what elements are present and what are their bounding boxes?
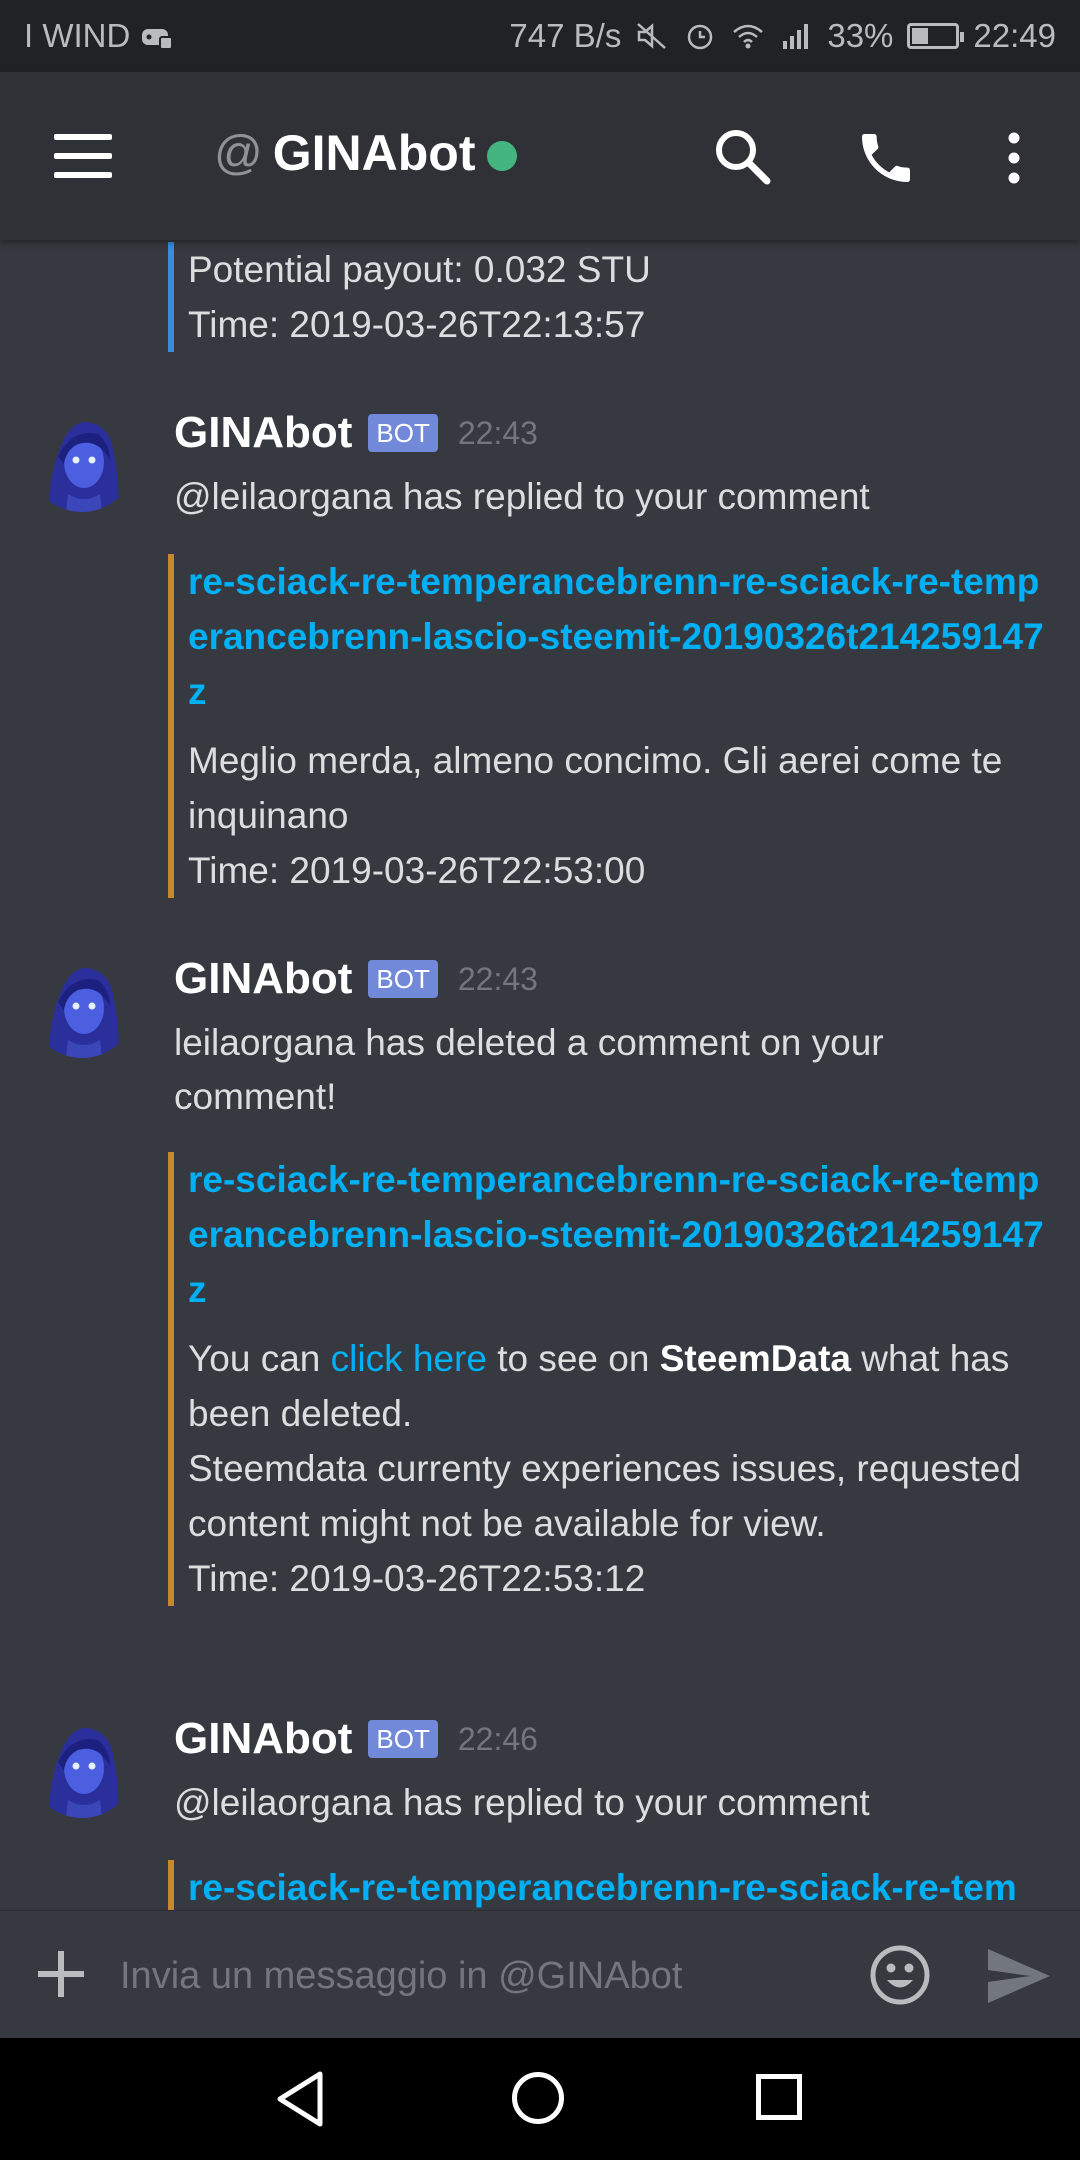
system-nav-bar: [0, 2038, 1080, 2160]
message-timestamp: 22:43: [457, 960, 538, 997]
game-controller-icon: [142, 29, 174, 50]
message-embed: Potential payout: 0.032 STU Time: 2019-0…: [168, 242, 1048, 352]
bot-avatar-icon: [28, 950, 136, 1058]
signal-icon: [783, 24, 809, 49]
avatar[interactable]: [28, 404, 136, 512]
message-embed: re-sciack-re-temperancebrenn-re-sciack-r…: [168, 1860, 1048, 1910]
avatar[interactable]: [28, 1710, 136, 1818]
embed-time: Time: 2019-03-26T22:53:00: [188, 850, 646, 891]
embed-line: Potential payout: 0.032 STU: [188, 249, 651, 290]
embed-description: You can click here to see on SteemData w…: [188, 1331, 1048, 1441]
message-input[interactable]: [118, 1941, 842, 2011]
battery-percent: 33%: [827, 17, 894, 54]
emoji-icon[interactable]: [868, 1943, 932, 2007]
channel-name: GINAbot: [272, 125, 476, 181]
bot-avatar-icon: [28, 404, 136, 512]
author-name[interactable]: GINAbot: [174, 408, 352, 458]
channel-header: @ GINAbot: [0, 72, 1080, 240]
message-text: leilaorgana has deleted a comment on you…: [174, 1022, 884, 1117]
message-embed: re-sciack-re-temperancebrenn-re-sciack-r…: [168, 1152, 1048, 1606]
message-header: GINAbot BOT 22:43: [174, 954, 538, 1004]
embed-desc-text: to see on: [486, 1338, 660, 1379]
author-name[interactable]: GINAbot: [174, 1714, 352, 1764]
clock: 22:49: [973, 17, 1056, 54]
embed-line: Time: 2019-03-26T22:13:57: [188, 304, 646, 345]
mute-icon: [637, 23, 667, 49]
back-icon[interactable]: [274, 2070, 326, 2128]
embed-desc-text: You can: [188, 1338, 331, 1379]
message-timestamp: 22:46: [457, 1720, 538, 1757]
home-icon[interactable]: [512, 2072, 564, 2124]
message-composer: [0, 1910, 1080, 2039]
network-speed: 747 B/s: [509, 17, 622, 54]
message-header: GINAbot BOT 22:46: [174, 1714, 538, 1764]
embed-description: Meglio merda, almeno concimo. Gli aerei …: [188, 740, 1003, 836]
bot-badge: BOT: [368, 960, 438, 998]
bot-badge: BOT: [368, 1720, 438, 1758]
phone-icon[interactable]: [854, 126, 918, 190]
channel-title: @ GINAbot: [214, 124, 518, 182]
message-text: @leilaorgana has replied to your comment: [174, 1782, 870, 1823]
embed-time: Time: 2019-03-26T22:53:12: [188, 1558, 646, 1599]
add-attachment-icon[interactable]: [38, 1951, 84, 1997]
embed-title-link[interactable]: re-sciack-re-temperancebrenn-re-sciack-r…: [188, 554, 1048, 719]
alarm-icon: [688, 24, 713, 50]
embed-notice: Steemdata currenty experiences issues, r…: [188, 1448, 1021, 1544]
message-timestamp: 22:43: [457, 414, 538, 451]
status-bar: I WIND 747 B/s 33% 22:49: [0, 0, 1080, 72]
search-icon[interactable]: [712, 126, 772, 186]
battery-icon: [907, 23, 965, 49]
carrier-label: I WIND: [24, 17, 131, 54]
more-vert-icon[interactable]: [998, 128, 1030, 188]
steemdata-label: SteemData: [659, 1338, 851, 1379]
embed-title-link[interactable]: re-sciack-re-temperancebrenn-re-sciack-r…: [188, 1860, 1048, 1910]
message-embed: re-sciack-re-temperancebrenn-re-sciack-r…: [168, 554, 1048, 898]
message-header: GINAbot BOT 22:43: [174, 408, 538, 458]
avatar[interactable]: [28, 950, 136, 1058]
send-icon[interactable]: [986, 1947, 1052, 2005]
bot-avatar-icon: [28, 1710, 136, 1818]
click-here-link[interactable]: click here: [331, 1338, 487, 1379]
recents-icon[interactable]: [756, 2074, 802, 2120]
message-text: @leilaorgana has replied to your comment: [174, 476, 870, 517]
author-name[interactable]: GINAbot: [174, 954, 352, 1004]
bot-badge: BOT: [368, 414, 438, 452]
at-symbol: @: [214, 126, 263, 180]
online-status-dot: [487, 141, 518, 171]
wifi-icon: [733, 24, 764, 49]
embed-title-link[interactable]: re-sciack-re-temperancebrenn-re-sciack-r…: [188, 1152, 1048, 1317]
menu-icon[interactable]: [54, 134, 112, 178]
message-list[interactable]: Potential payout: 0.032 STU Time: 2019-0…: [0, 240, 1080, 1910]
